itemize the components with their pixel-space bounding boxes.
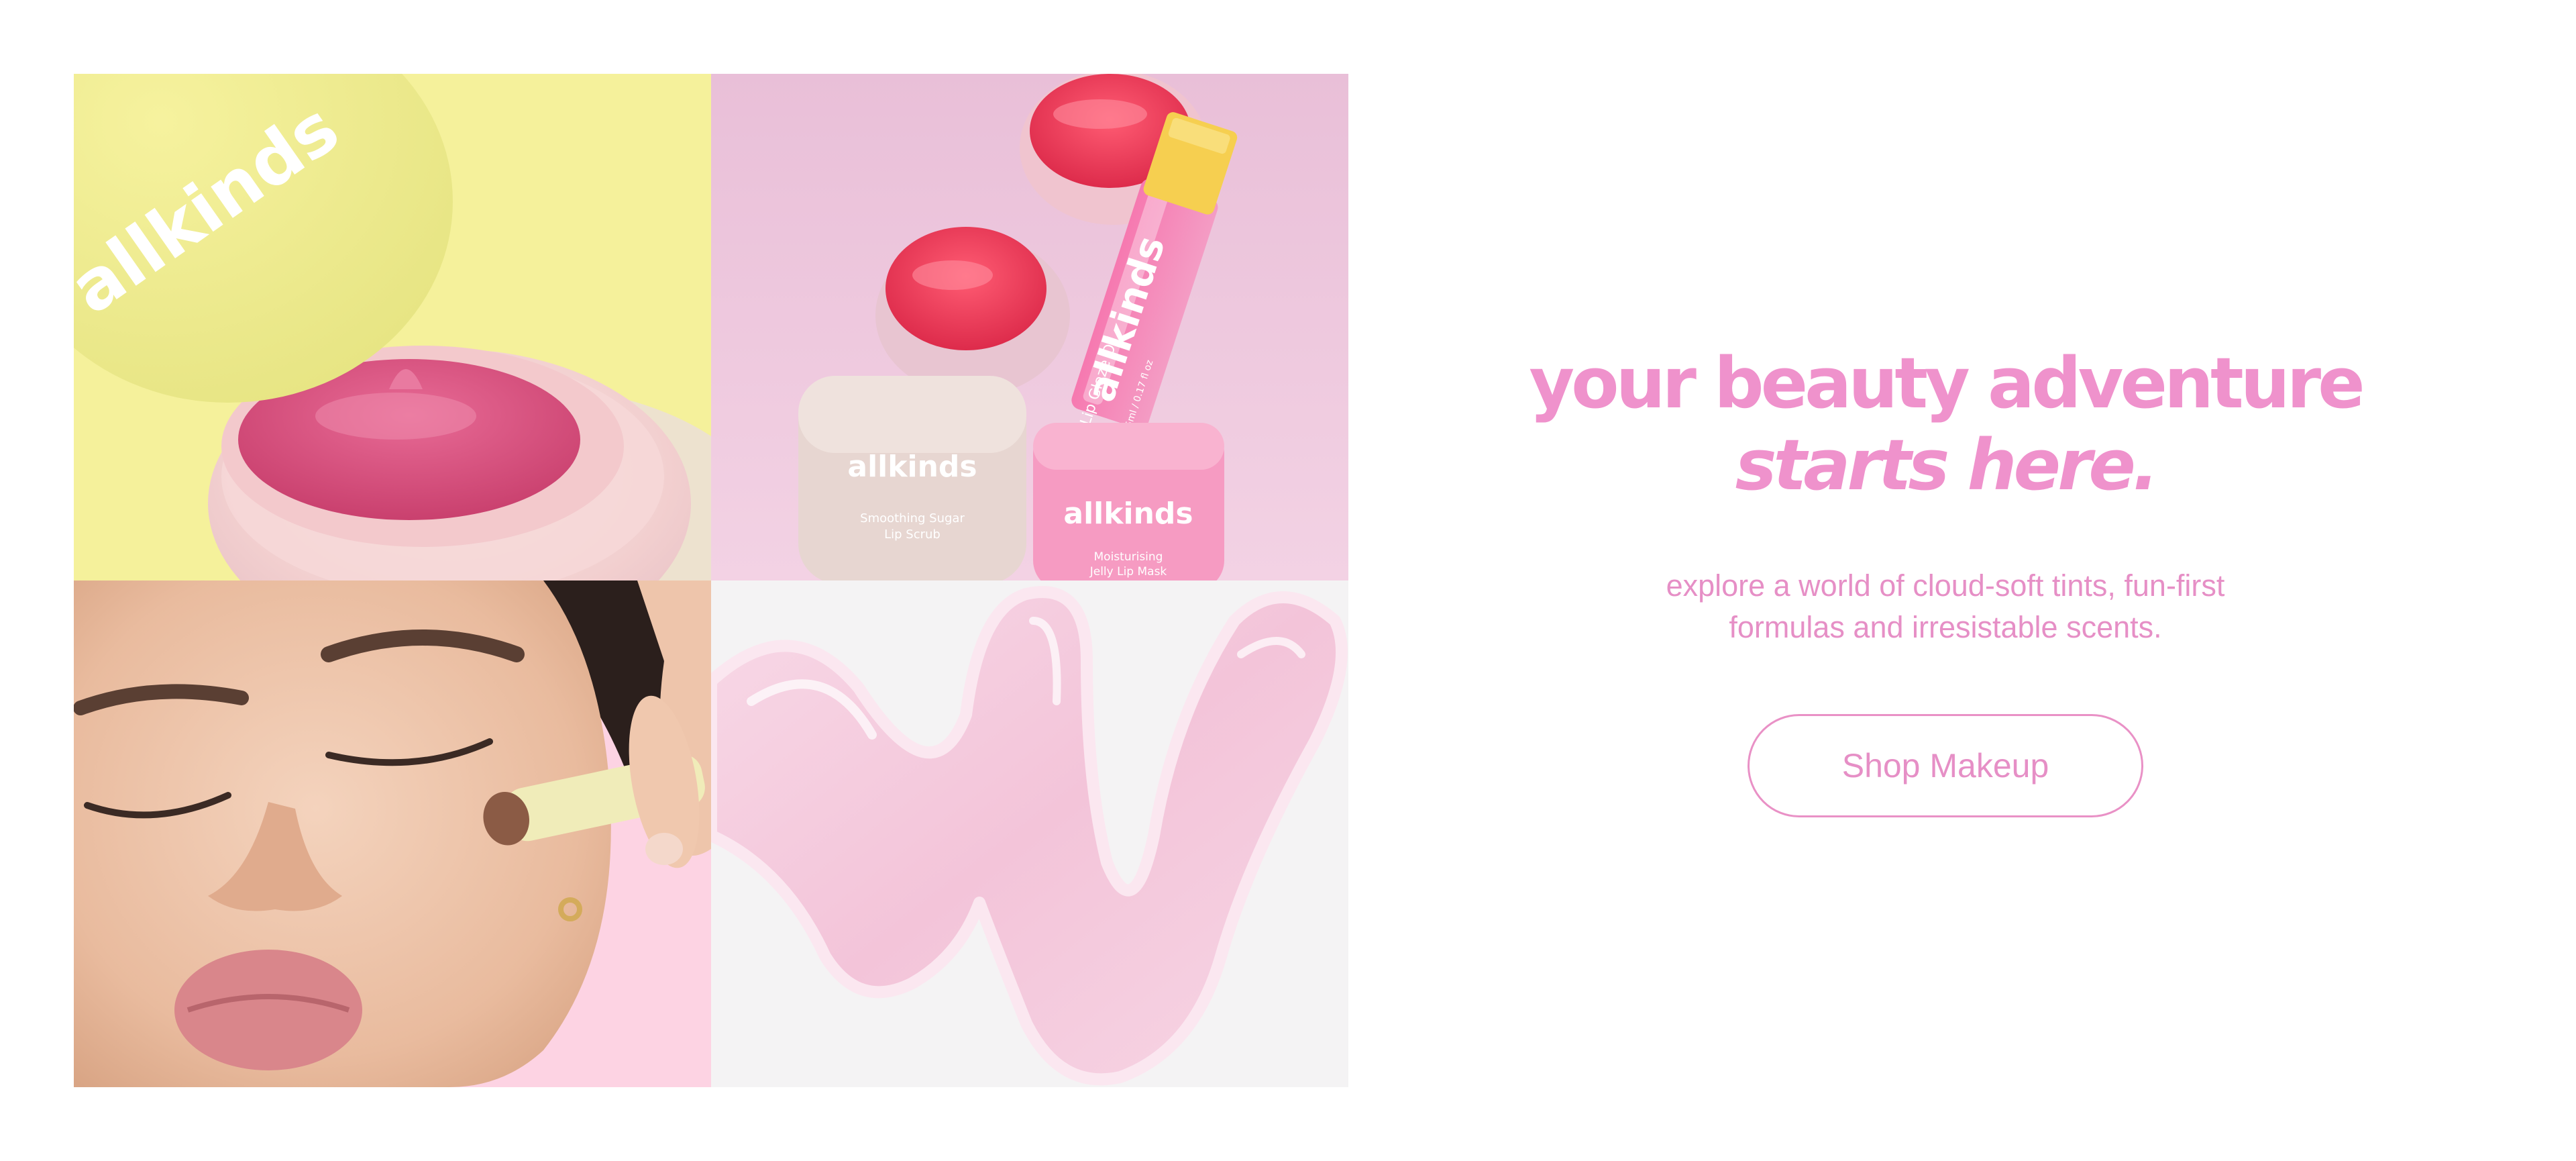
hero-headline: your beauty adventure starts here. bbox=[1442, 342, 2449, 506]
scrub-logo: allkinds bbox=[847, 450, 977, 484]
scrub-name-line1: Smoothing Sugar bbox=[860, 511, 965, 525]
product-image-mosaic: allkinds allkinds Lip Glaze Oil 5ml / 0.… bbox=[74, 74, 1348, 1087]
scrub-name-line2: Lip Scrub bbox=[884, 527, 941, 542]
hero-section: your beauty adventure starts here. explo… bbox=[1442, 342, 2449, 817]
hero-subtitle-line2: formulas and irresistable scents. bbox=[1729, 610, 2162, 644]
lip-jar-image: allkinds bbox=[74, 74, 711, 580]
hero-headline-line2: starts here. bbox=[1735, 424, 2159, 506]
shop-makeup-button[interactable]: Shop Makeup bbox=[1748, 714, 2143, 817]
lip-products-image: allkinds Lip Glaze Oil 5ml / 0.17 fl oz … bbox=[711, 74, 1348, 580]
hero-subtitle-line1: explore a world of cloud-soft tints, fun… bbox=[1666, 568, 2225, 603]
mask-logo: allkinds bbox=[1063, 497, 1193, 531]
model-face-image bbox=[74, 580, 711, 1087]
mask-name-line2: Jelly Lip Mask bbox=[1089, 565, 1167, 578]
hero-subtitle: explore a world of cloud-soft tints, fun… bbox=[1610, 565, 2281, 648]
mask-name-line1: Moisturising bbox=[1094, 550, 1163, 564]
gloss-swatch-image bbox=[711, 580, 1348, 1087]
hero-headline-line1: your beauty adventure bbox=[1529, 342, 2365, 424]
